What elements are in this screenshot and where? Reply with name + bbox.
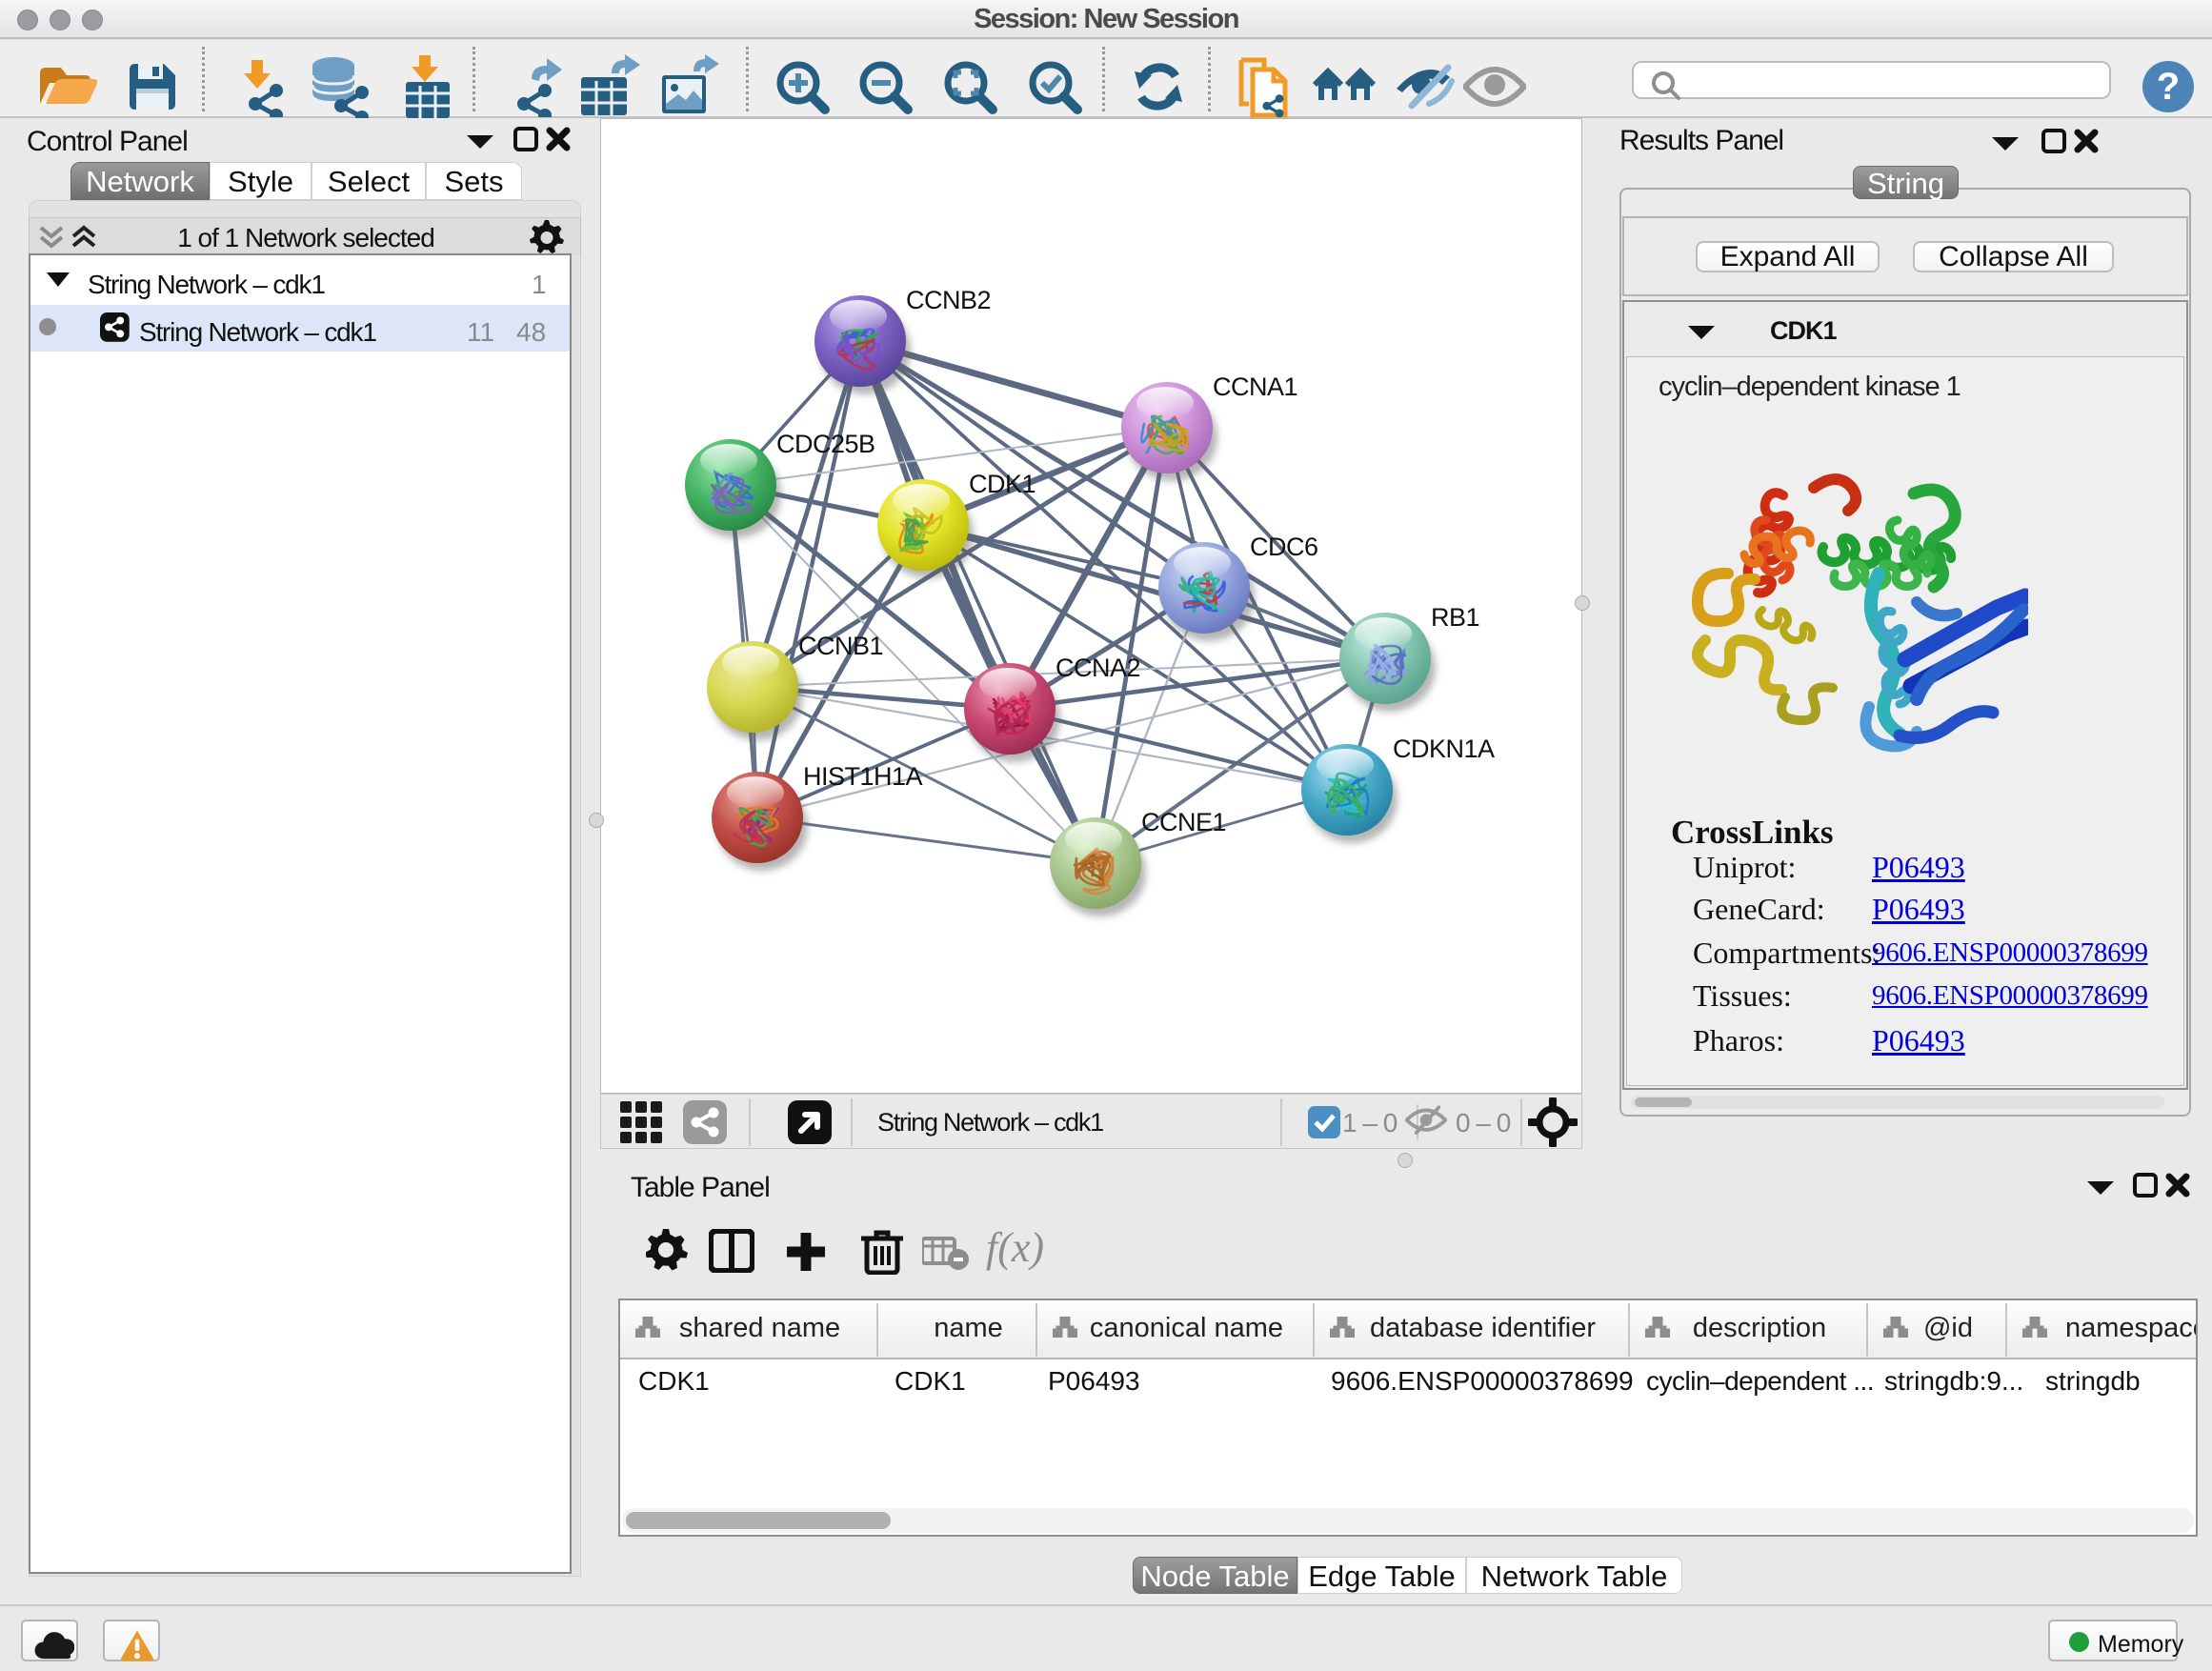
svg-text:CDC25B: CDC25B — [776, 430, 875, 458]
svg-text:CCNB2: CCNB2 — [906, 286, 991, 314]
svg-text:CDC6: CDC6 — [1250, 533, 1318, 561]
svg-text:?: ? — [2157, 66, 2180, 108]
svg-text:CCNB1: CCNB1 — [798, 632, 883, 660]
svg-text:CCNA1: CCNA1 — [1213, 372, 1297, 401]
svg-text:CDK1: CDK1 — [969, 470, 1036, 498]
svg-text:RB1: RB1 — [1431, 603, 1479, 632]
svg-text:HIST1H1A: HIST1H1A — [803, 762, 923, 791]
svg-text:CCNE1: CCNE1 — [1141, 808, 1226, 836]
svg-text:CDKN1A: CDKN1A — [1393, 735, 1495, 763]
svg-text:CCNA2: CCNA2 — [1056, 654, 1140, 682]
